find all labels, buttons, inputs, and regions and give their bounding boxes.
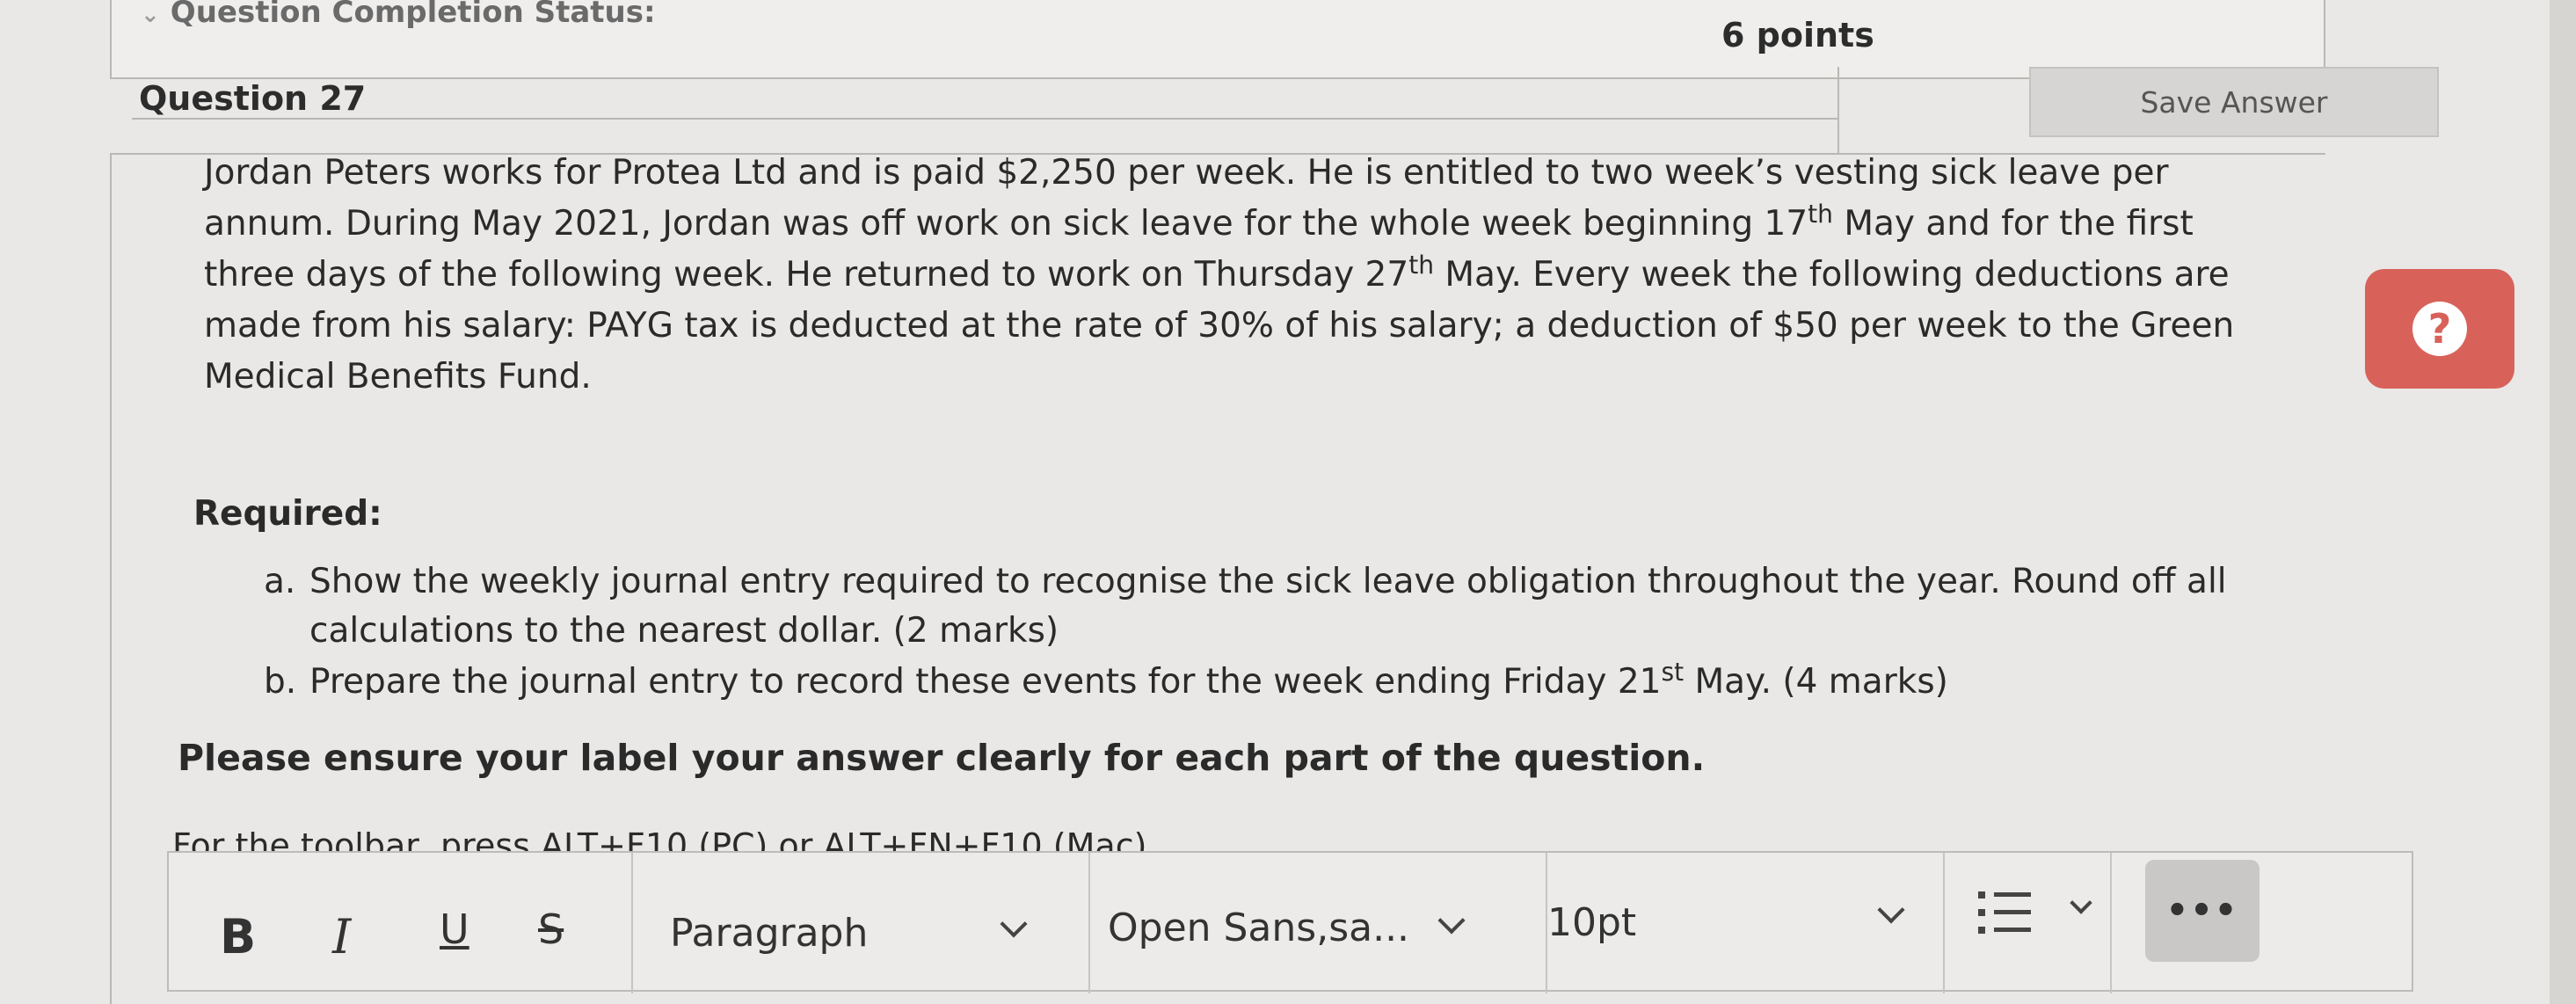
question-header: Question 27 [132,67,2312,155]
strikethrough-button[interactable]: S [538,906,564,953]
font-family-dropdown[interactable]: Open Sans,sa... [1108,906,1409,950]
question-points: 6 points [1721,16,1874,55]
paragraph-dropdown[interactable]: Paragraph [670,911,868,956]
header-divider [132,118,1837,120]
list-item-text-after: May. (4 marks) [1684,662,1948,702]
question-page: ⌄ Question Completion Status: Question 27… [0,0,2576,1004]
save-answer-button[interactable]: Save Answer [2029,67,2439,137]
question-title: Question 27 [139,79,367,118]
help-button[interactable]: ? [2365,269,2514,389]
list-item-text: Prepare the journal entry to record thes… [309,662,1662,702]
question-icon: ? [2412,302,2467,356]
ordinal-suffix: th [1408,251,1434,280]
underline-button[interactable]: U [440,906,469,953]
required-heading: Required: [193,494,382,534]
ordinal-suffix: th [1808,200,1833,229]
completion-status-label: Question Completion Status: [170,0,656,30]
font-size-dropdown[interactable]: 10pt [1547,900,1636,945]
list-item-text: Show the weekly journal entry required t… [309,562,2227,651]
list-item: a. Show the weekly journal entry require… [264,557,2303,656]
list-item-label: b. [264,662,297,702]
bullet-list-icon[interactable] [1978,888,2031,937]
list-item-label: a. [264,562,296,601]
required-list: a. Show the weekly journal entry require… [264,557,2303,707]
instruction-note: Please ensure your label your answer cle… [178,737,1706,779]
completion-status-toggle[interactable]: ⌄ Question Completion Status: [141,0,656,30]
more-options-button[interactable]: ••• [2145,860,2259,962]
list-item-text-wrap: Prepare the journal entry to record thes… [309,658,1948,707]
chevron-down-icon: ⌄ [141,2,160,28]
ordinal-suffix: st [1661,658,1685,687]
bold-button[interactable]: B [220,909,256,964]
question-text: Jordan Peters works for Protea Ltd and i… [204,148,2261,403]
italic-button[interactable]: I [332,909,351,964]
list-item: b. Prepare the journal entry to record t… [264,658,2303,707]
window-edge [2550,0,2576,1004]
